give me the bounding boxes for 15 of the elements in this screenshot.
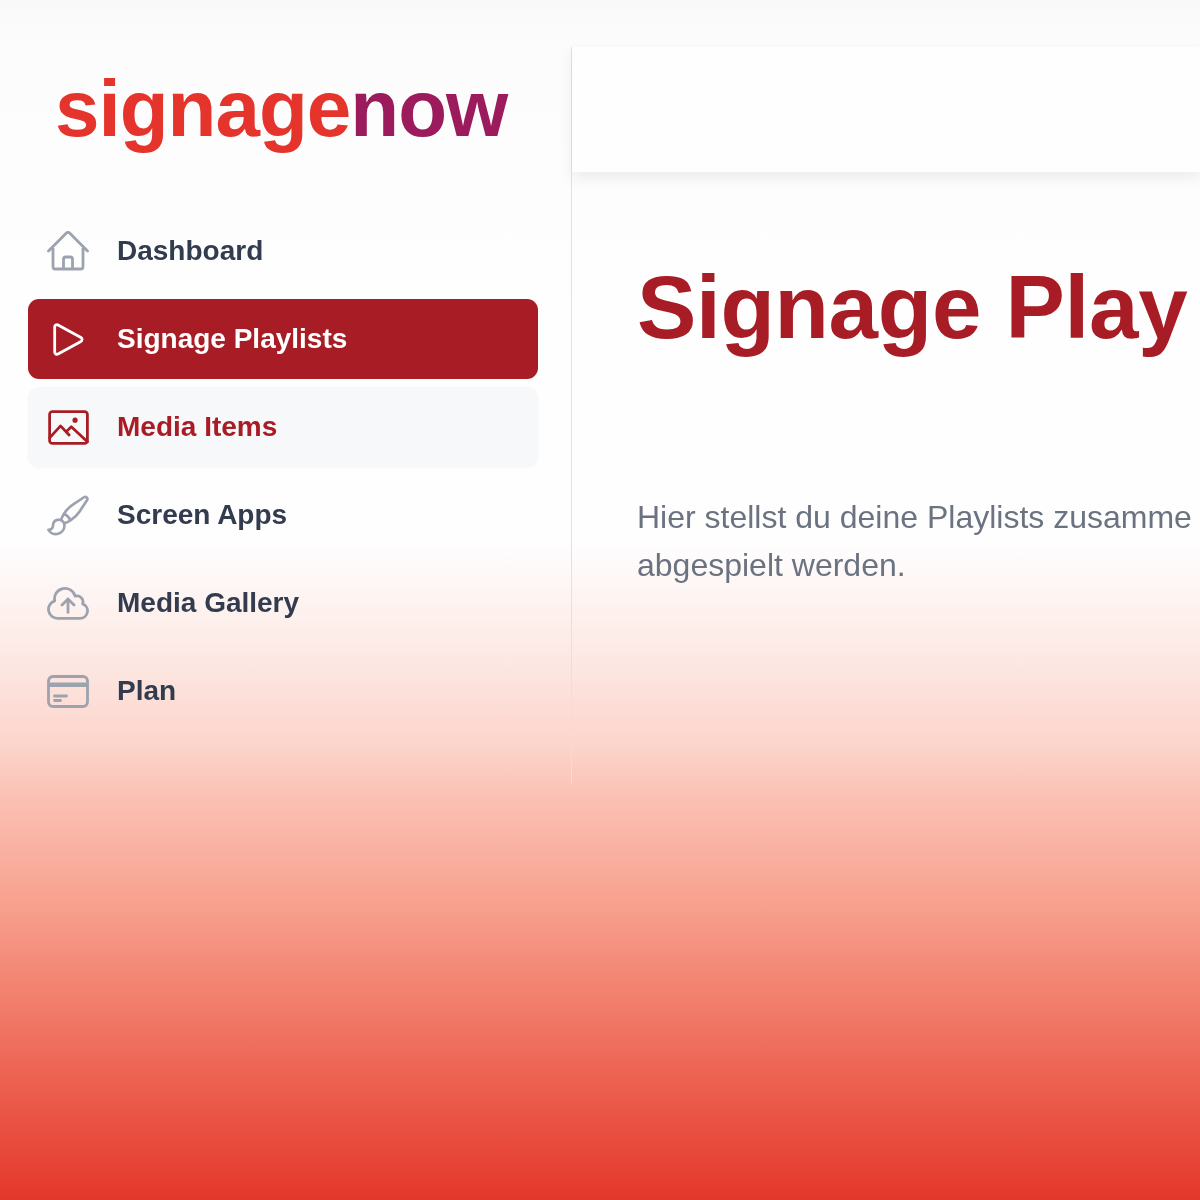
logo-wordmark[interactable]: signagenow: [55, 61, 508, 157]
page-description: Hier stellst du deine Playlists zusamme abgespielt werden.: [637, 498, 1192, 585]
cloud-upload-icon: [47, 586, 89, 620]
sidebar-item[interactable]: Media Gallery: [28, 563, 538, 643]
credit-card-icon: [47, 674, 89, 708]
sidebar-item[interactable]: Media Items: [28, 387, 538, 467]
play-icon: [52, 322, 84, 356]
sidebar-item[interactable]: Screen Apps: [28, 475, 538, 555]
paintbrush-icon: [47, 494, 89, 536]
sidebar-item[interactable]: Signage Playlists: [28, 299, 538, 379]
image-icon: [47, 409, 89, 445]
page-title: Signage Play: [637, 257, 1188, 357]
house-icon: [47, 231, 89, 271]
sidebar-item[interactable]: Dashboard: [28, 211, 538, 291]
sidebar-item[interactable]: Plan: [28, 651, 538, 731]
